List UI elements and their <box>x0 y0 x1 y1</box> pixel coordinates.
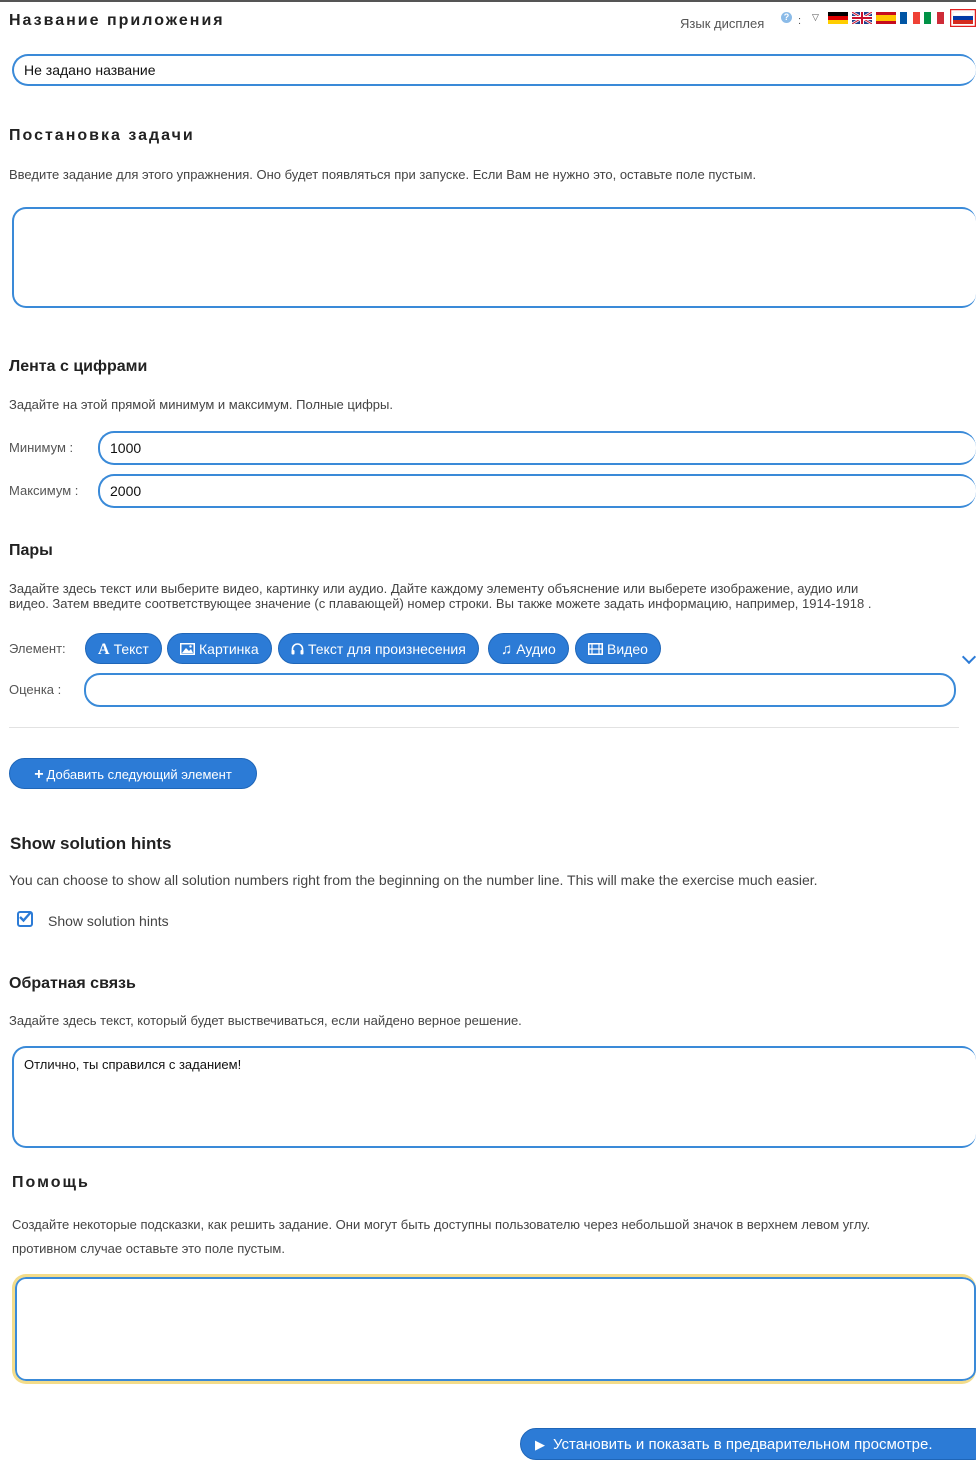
help-description-line2: противном случае оставьте это поле пусты… <box>12 1241 285 1256</box>
text-icon: A <box>98 641 110 658</box>
app-name-input[interactable]: Не задано название <box>12 54 976 86</box>
help-icon[interactable]: ? <box>781 12 792 23</box>
tts-button[interactable]: Текст для произнесения <box>278 633 479 664</box>
text-button[interactable]: A Текст <box>85 633 162 664</box>
hints-heading: Show solution hints <box>10 834 172 853</box>
task-description: Введите задание для этого упражнения. Он… <box>9 167 757 182</box>
colon-separator: : <box>798 15 802 27</box>
flag-es-icon[interactable] <box>876 12 896 24</box>
audio-button[interactable]: ♫ Аудио <box>488 633 569 664</box>
help-description: Создайте некоторые подсказки, как решить… <box>12 1213 976 1261</box>
score-input[interactable] <box>84 673 956 707</box>
headphones-icon <box>291 634 304 665</box>
video-button[interactable]: Видео <box>575 633 661 664</box>
image-button-label: Картинка <box>199 641 259 657</box>
element-label: Элемент: <box>9 641 66 656</box>
help-heading: Помощь <box>12 1174 90 1191</box>
add-element-button[interactable]: + Добавить следующий элемент <box>9 758 257 789</box>
feedback-textarea[interactable]: Отлично, ты справился с заданием! <box>12 1046 976 1148</box>
max-input[interactable]: 2000 <box>98 474 976 508</box>
image-icon <box>180 634 195 665</box>
hints-checkbox-label[interactable]: Show solution hints <box>48 913 169 929</box>
music-icon: ♫ <box>501 641 513 658</box>
flag-gb-icon[interactable] <box>852 12 872 24</box>
chevron-down-icon[interactable] <box>961 649 976 665</box>
pairs-description-line2: видео. Затем введите соответствующее зна… <box>9 596 872 611</box>
top-border <box>0 0 976 2</box>
save-preview-button[interactable]: ▶ Установить и показать в предварительном… <box>520 1428 976 1460</box>
help-description-line1: Создайте некоторые подсказки, как решить… <box>12 1217 871 1232</box>
feedback-heading: Обратная связь <box>9 975 136 992</box>
add-element-label: Добавить следующий элемент <box>46 767 232 782</box>
dropdown-triangle-icon[interactable]: ▽ <box>812 12 819 23</box>
task-textarea[interactable] <box>12 207 976 308</box>
hints-checkbox[interactable] <box>17 911 33 927</box>
pairs-heading: Пары <box>9 542 53 559</box>
number-line-heading: Лента с цифрами <box>9 358 148 375</box>
score-label: Оценка : <box>9 682 62 697</box>
play-icon: ▶ <box>535 1437 545 1452</box>
max-label: Максимум : <box>9 483 79 498</box>
task-heading: Постановка задачи <box>9 127 195 144</box>
image-button[interactable]: Картинка <box>167 633 272 664</box>
app-name-heading: Название приложения <box>9 12 225 29</box>
pairs-divider <box>9 727 959 728</box>
plus-icon: + <box>34 766 44 783</box>
feedback-description: Задайте здесь текст, который будет выств… <box>9 1013 522 1028</box>
flag-fr-icon[interactable] <box>900 12 920 24</box>
flag-de-icon[interactable] <box>828 12 848 24</box>
min-input[interactable]: 1000 <box>98 431 976 465</box>
pairs-description: Задайте здесь текст или выберите видео, … <box>9 581 974 611</box>
pairs-description-line1: Задайте здесь текст или выберите видео, … <box>9 581 859 596</box>
film-icon <box>588 634 603 665</box>
flag-ru-icon[interactable] <box>950 9 976 27</box>
tts-button-label: Текст для произнесения <box>308 641 466 657</box>
display-language-text: Язык дисплея <box>680 16 765 31</box>
video-button-label: Видео <box>607 641 648 657</box>
min-label: Минимум : <box>9 440 74 455</box>
text-button-label: Текст <box>113 641 149 657</box>
help-textarea[interactable] <box>12 1274 976 1384</box>
flag-it-icon[interactable] <box>924 12 944 24</box>
display-language-label: Язык дисплея <box>680 16 764 31</box>
save-preview-label: Установить и показать в предварительном … <box>553 1436 933 1453</box>
audio-button-label: Аудио <box>516 641 556 657</box>
number-line-description: Задайте на этой прямой минимум и максиму… <box>9 397 393 412</box>
hints-description: You can choose to show all solution numb… <box>9 872 818 888</box>
check-icon <box>19 911 32 923</box>
